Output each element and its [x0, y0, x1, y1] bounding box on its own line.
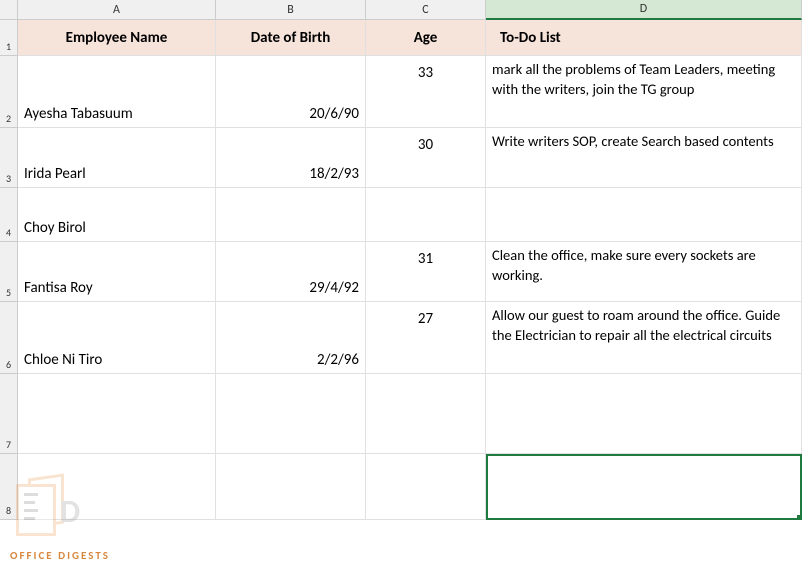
- column-headers: A B C D: [18, 0, 802, 20]
- cell-empty[interactable]: [216, 374, 366, 454]
- cell-empty[interactable]: [18, 374, 216, 454]
- cell-name[interactable]: Choy Birol: [18, 188, 216, 242]
- header-todo[interactable]: To-Do List: [486, 20, 802, 56]
- cell-name[interactable]: Fantisa Roy: [18, 242, 216, 302]
- header-name[interactable]: Employee Name: [18, 20, 216, 56]
- cell-dob[interactable]: 2/2/96: [216, 302, 366, 374]
- table-row: [18, 374, 802, 454]
- cell-dob[interactable]: 20/6/90: [216, 56, 366, 128]
- watermark-letter: D: [60, 492, 80, 531]
- table-row: Fantisa Roy 29/4/92 31 Clean the office,…: [18, 242, 802, 302]
- table-row: Irida Pearl 18/2/93 30 Write writers SOP…: [18, 128, 802, 188]
- watermark-text: OFFICE DIGESTS: [10, 549, 110, 562]
- cell-todo[interactable]: mark all the problems of Team Leaders, m…: [486, 56, 802, 128]
- cell-todo[interactable]: Write writers SOP, create Search based c…: [486, 128, 802, 188]
- cell-empty[interactable]: [366, 454, 486, 520]
- row-header-7[interactable]: 7: [0, 374, 18, 454]
- cell-age[interactable]: 31: [366, 242, 486, 302]
- row-header-3[interactable]: 3: [0, 128, 18, 188]
- cell-dob[interactable]: 18/2/93: [216, 128, 366, 188]
- col-header-d[interactable]: D: [486, 0, 802, 20]
- table-row: Ayesha Tabasuum 20/6/90 33 mark all the …: [18, 56, 802, 128]
- document-icon: D: [10, 472, 70, 542]
- cell-age[interactable]: 27: [366, 302, 486, 374]
- row-header-6[interactable]: 6: [0, 302, 18, 374]
- cell-empty[interactable]: [366, 374, 486, 454]
- table-row: Chloe Ni Tiro 2/2/96 27 Allow our guest …: [18, 302, 802, 374]
- row-header-2[interactable]: 2: [0, 56, 18, 128]
- cell-empty[interactable]: [486, 374, 802, 454]
- row-header-1[interactable]: 1: [0, 20, 18, 56]
- cell-todo[interactable]: Clean the office, make sure every socket…: [486, 242, 802, 302]
- cell-name[interactable]: Chloe Ni Tiro: [18, 302, 216, 374]
- cell-dob[interactable]: [216, 188, 366, 242]
- cell-empty[interactable]: [216, 454, 366, 520]
- col-header-b[interactable]: B: [216, 0, 366, 20]
- cell-age[interactable]: 30: [366, 128, 486, 188]
- spreadsheet: 1 2 3 4 5 6 7 8 A B C D Employee Name Da…: [0, 0, 802, 520]
- cell-name[interactable]: Irida Pearl: [18, 128, 216, 188]
- table-row: Choy Birol: [18, 188, 802, 242]
- table-row: [18, 454, 802, 520]
- cell-name[interactable]: Ayesha Tabasuum: [18, 56, 216, 128]
- watermark: D: [10, 472, 70, 542]
- row-header-4[interactable]: 4: [0, 188, 18, 242]
- row-headers: 1 2 3 4 5 6 7 8: [0, 0, 18, 520]
- cell-age[interactable]: 33: [366, 56, 486, 128]
- cell-todo[interactable]: Allow our guest to roam around the offic…: [486, 302, 802, 374]
- select-all-corner[interactable]: [0, 0, 18, 20]
- cell-dob[interactable]: 29/4/92: [216, 242, 366, 302]
- row-header-5[interactable]: 5: [0, 242, 18, 302]
- grid: A B C D Employee Name Date of Birth Age …: [18, 0, 802, 520]
- cell-age[interactable]: [366, 188, 486, 242]
- header-dob[interactable]: Date of Birth: [216, 20, 366, 56]
- selected-cell[interactable]: [486, 454, 802, 520]
- col-header-a[interactable]: A: [18, 0, 216, 20]
- header-age[interactable]: Age: [366, 20, 486, 56]
- header-row: Employee Name Date of Birth Age To-Do Li…: [18, 20, 802, 56]
- col-header-c[interactable]: C: [366, 0, 486, 20]
- cell-todo[interactable]: [486, 188, 802, 242]
